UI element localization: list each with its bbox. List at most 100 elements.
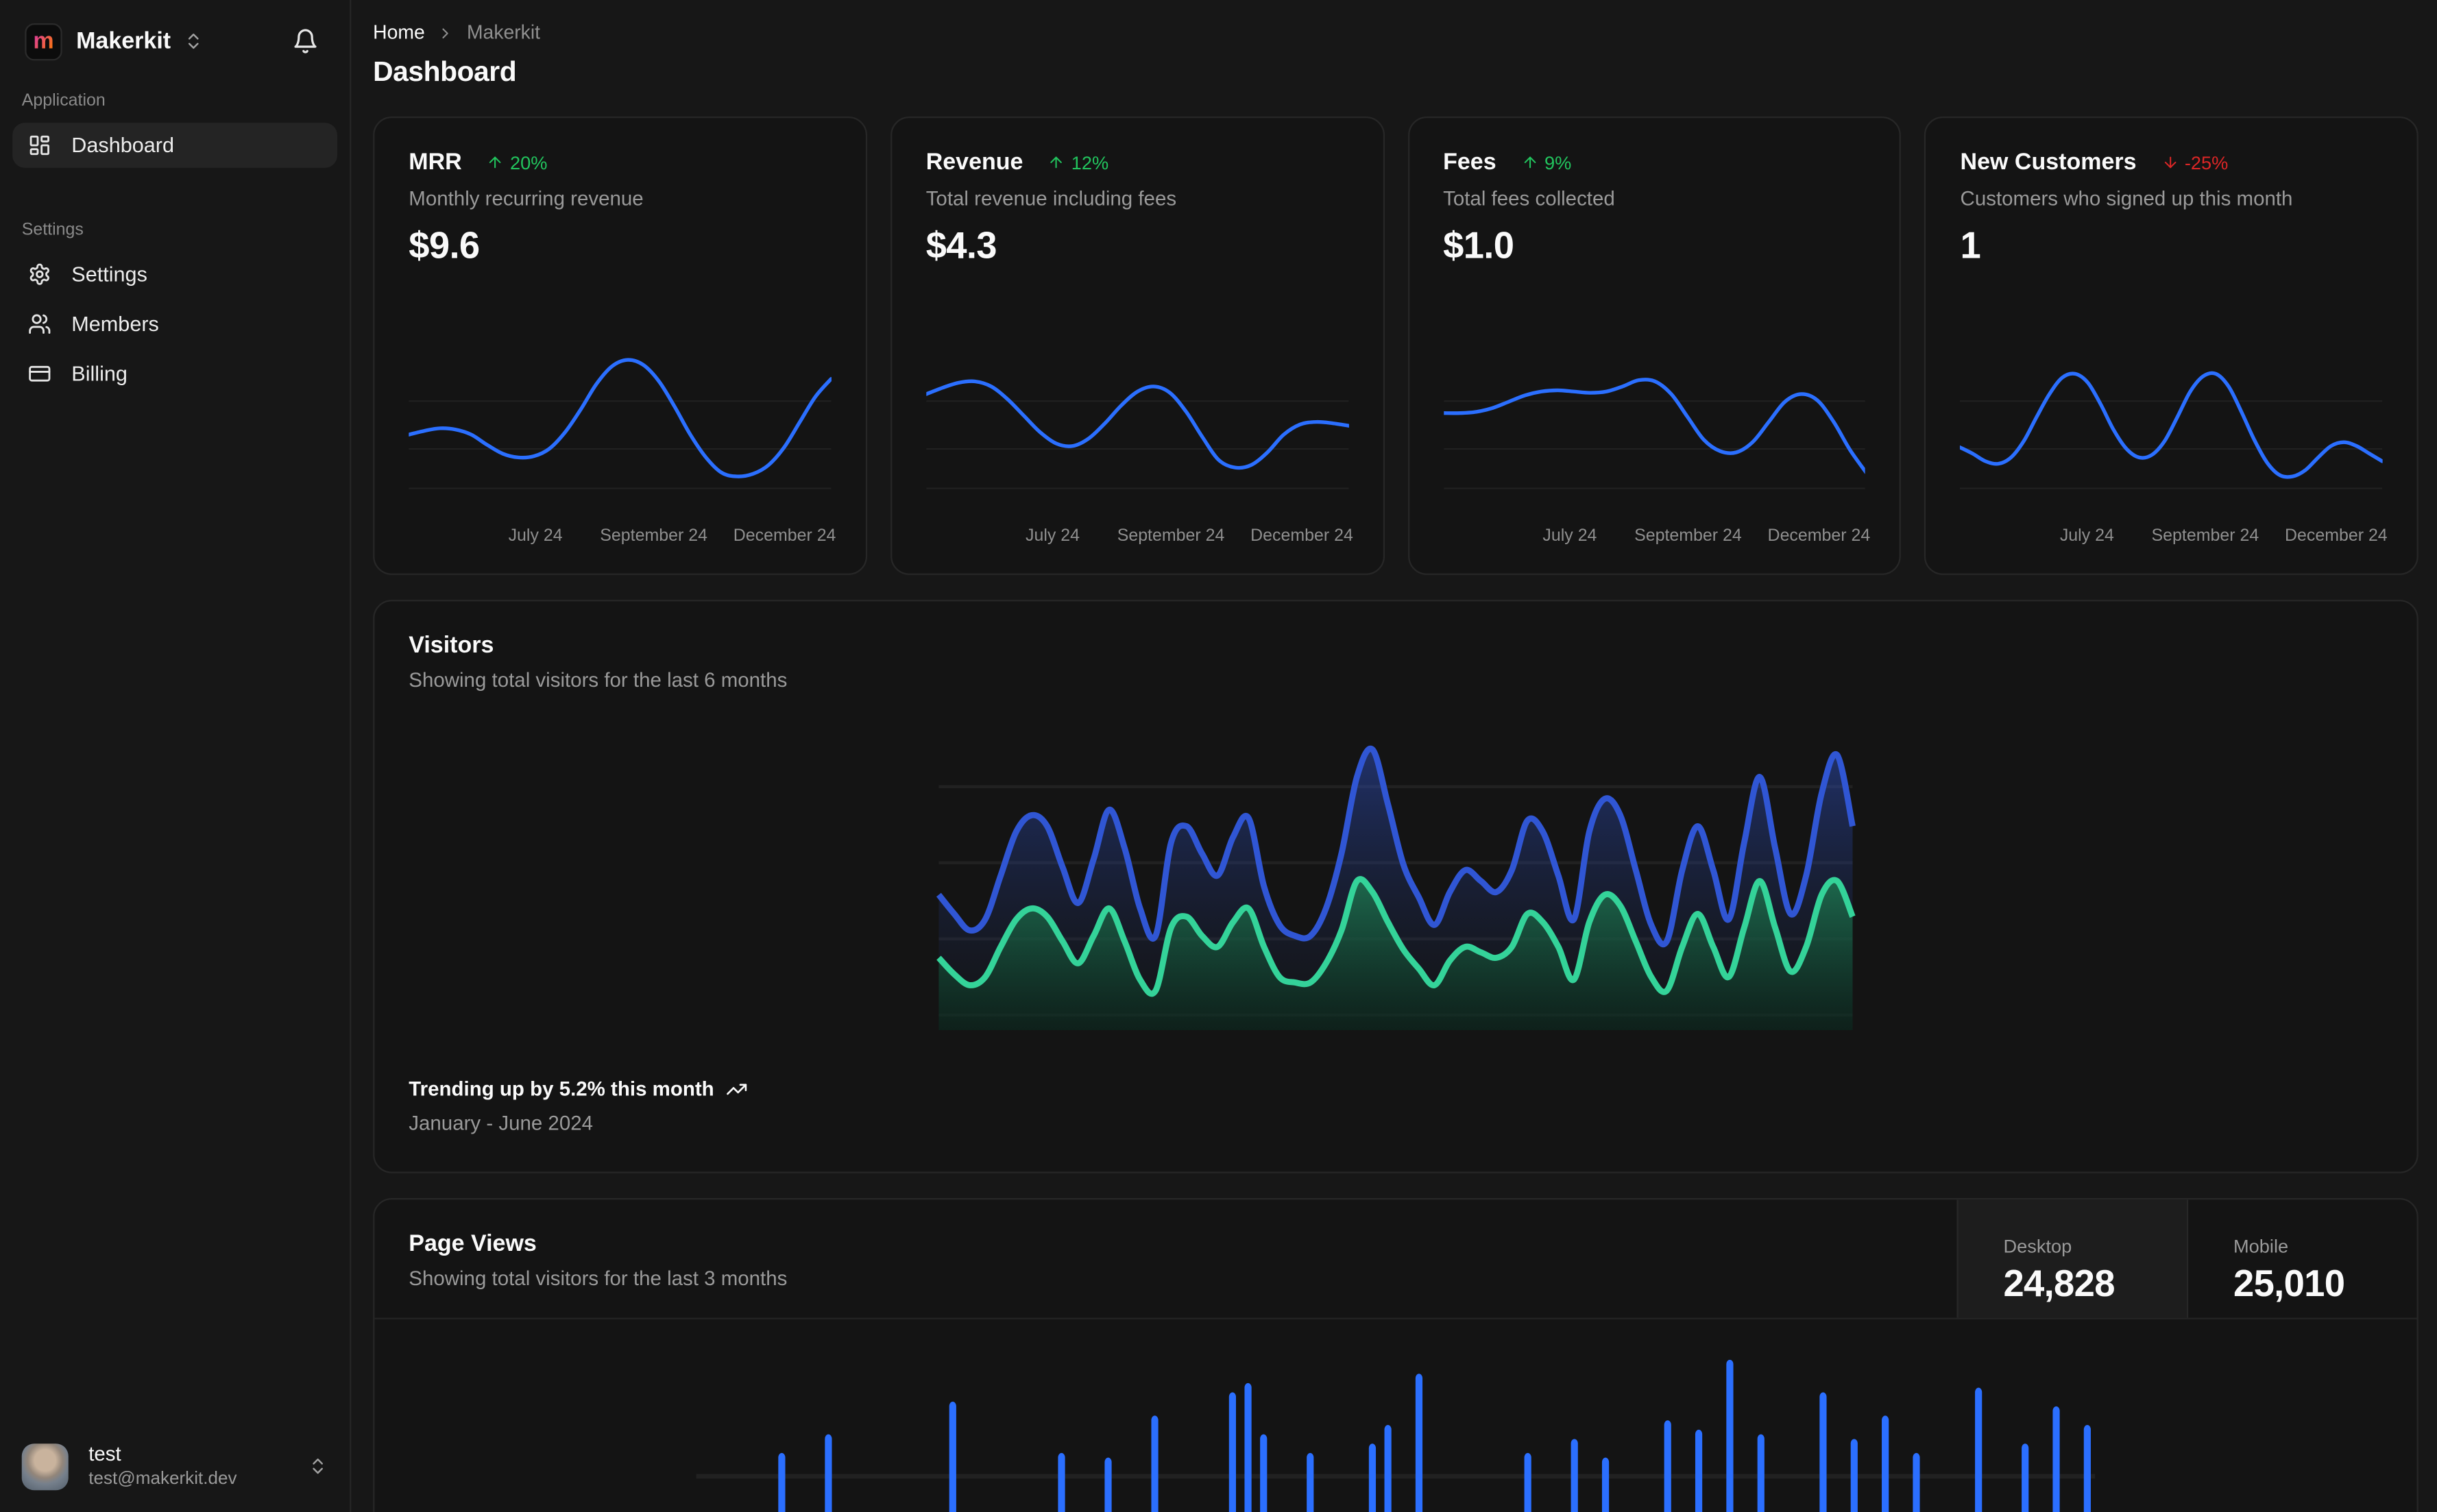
- stat-title: MRR: [409, 149, 462, 176]
- toggle-desktop-value: 24,828: [2003, 1263, 2115, 1306]
- toggle-desktop[interactable]: Desktop 24,828: [1956, 1199, 2187, 1318]
- stat-value: 1: [1960, 225, 1981, 267]
- stat-card-revenue: Revenue 12% Total revenue including fees…: [890, 117, 1384, 575]
- visitors-title: Visitors: [409, 632, 494, 659]
- sidebar-item-members[interactable]: Members: [12, 302, 337, 347]
- arrow-up-icon: [487, 154, 504, 171]
- app-root: m Makerkit Application Dashboard Setting…: [0, 0, 2437, 1512]
- page-views-bar-chart: [696, 1359, 2096, 1512]
- stat-card-grid: MRR 20% Monthly recurring revenue $9.6 J…: [373, 117, 2418, 575]
- stat-value: $1.0: [1443, 225, 1514, 267]
- trend-value: 20%: [510, 151, 548, 173]
- gear-icon: [28, 263, 51, 286]
- x-axis-labels: July 24 September 24 December 24: [1961, 526, 2388, 552]
- credit-card-icon: [28, 362, 51, 385]
- user-meta: test test@makerkit.dev: [88, 1443, 237, 1490]
- revenue-sparkline: [925, 379, 1348, 489]
- stat-subtitle: Total fees collected: [1443, 186, 1615, 210]
- sidebar-item-settings[interactable]: Settings: [12, 252, 337, 297]
- x-tick: December 24: [1767, 526, 1871, 546]
- nav-section-settings: Settings: [21, 220, 84, 240]
- trend-badge: 20%: [487, 151, 548, 173]
- trend-value: -25%: [2184, 151, 2229, 173]
- stat-title: Fees: [1443, 149, 1496, 176]
- trend-badge: 9%: [1521, 151, 1571, 173]
- page-views-title: Page Views: [409, 1230, 537, 1258]
- sparkline-chart: July 24 September 24 December 24: [925, 319, 1353, 552]
- stat-card-mrr: MRR 20% Monthly recurring revenue $9.6 J…: [373, 117, 867, 575]
- sidebar-item-billing[interactable]: Billing: [12, 351, 337, 396]
- stat-title: New Customers: [1960, 149, 2137, 176]
- x-tick: July 24: [1025, 526, 1080, 546]
- visitors-area-chart: [936, 745, 1856, 1031]
- stat-card-fees: Fees 9% Total fees collected $1.0 July 2…: [1407, 117, 1902, 575]
- user-email: test@makerkit.dev: [88, 1469, 237, 1489]
- chevrons-up-down-icon: [308, 1456, 328, 1476]
- sidebar-item-label: Settings: [71, 263, 147, 286]
- x-axis-labels: July 24 September 24 December 24: [926, 526, 1353, 552]
- toggle-desktop-label: Desktop: [2003, 1235, 2072, 1258]
- toggle-mobile[interactable]: Mobile 25,010: [2186, 1199, 2417, 1318]
- visitors-footer: Trending up by 5.2% this month January -…: [409, 1077, 2382, 1134]
- logo-letter: m: [33, 27, 54, 55]
- makerkit-logo: m: [25, 22, 62, 60]
- visitors-date-range: January - June 2024: [409, 1111, 594, 1135]
- toggle-mobile-value: 25,010: [2233, 1263, 2345, 1306]
- page-views-header: Page Views Showing total visitors for th…: [374, 1199, 2417, 1319]
- stat-value: $9.6: [409, 225, 480, 267]
- chevrons-up-down-icon: [183, 31, 203, 51]
- x-tick: December 24: [733, 526, 836, 546]
- x-tick: September 24: [2151, 526, 2259, 546]
- new-customers-sparkline: [1960, 371, 2383, 489]
- user-name: test: [88, 1442, 121, 1466]
- trend-value: 12%: [1071, 151, 1109, 173]
- main-content: Home Makerkit Dashboard MRR 20% Monthly …: [351, 0, 2437, 1512]
- x-tick: July 24: [508, 526, 563, 546]
- stat-card-new-customers: New Customers -25% Customers who signed …: [1924, 117, 2418, 575]
- x-tick: December 24: [1250, 526, 1353, 546]
- workspace-row: m Makerkit: [12, 0, 337, 70]
- sidebar-item-label: Dashboard: [71, 133, 175, 157]
- layout-dashboard-icon: [28, 134, 51, 157]
- stat-subtitle: Monthly recurring revenue: [409, 186, 644, 210]
- sidebar: m Makerkit Application Dashboard Setting…: [0, 0, 352, 1512]
- breadcrumb: Home Makerkit: [373, 22, 2418, 44]
- arrow-up-icon: [1048, 154, 1065, 171]
- arrow-down-icon: [2161, 154, 2179, 171]
- sidebar-item-dashboard[interactable]: Dashboard: [12, 123, 337, 168]
- page-title: Dashboard: [373, 56, 517, 87]
- workspace-name: Makerkit: [76, 27, 171, 55]
- page-views-card: Page Views Showing total visitors for th…: [373, 1198, 2418, 1512]
- sparkline-chart: July 24 September 24 December 24: [1443, 319, 1870, 552]
- x-tick: July 24: [2059, 526, 2114, 546]
- trend-badge: 12%: [1048, 151, 1108, 173]
- sparkline-chart: July 24 September 24 December 24: [1960, 319, 2388, 552]
- workspace-selector[interactable]: Makerkit: [76, 27, 204, 55]
- avatar: [21, 1443, 69, 1490]
- visitors-card: Visitors Showing total visitors for the …: [373, 600, 2418, 1173]
- page-views-subtitle: Showing total visitors for the last 3 mo…: [409, 1266, 788, 1290]
- notifications-button[interactable]: [286, 22, 325, 61]
- x-tick: July 24: [1542, 526, 1597, 546]
- chevron-right-icon: [437, 24, 454, 41]
- x-tick: September 24: [600, 526, 707, 546]
- toggle-mobile-label: Mobile: [2233, 1235, 2289, 1258]
- stat-title: Revenue: [925, 149, 1023, 176]
- sidebar-item-label: Members: [71, 312, 159, 336]
- bell-icon: [292, 28, 319, 55]
- x-tick: September 24: [1117, 526, 1225, 546]
- x-tick: September 24: [1634, 526, 1742, 546]
- arrow-up-icon: [1521, 154, 1538, 171]
- breadcrumb-home[interactable]: Home: [373, 22, 425, 44]
- trend-badge: -25%: [2161, 151, 2229, 173]
- mrr-sparkline: [409, 358, 832, 489]
- sparkline-chart: July 24 September 24 December 24: [409, 319, 836, 552]
- stat-subtitle: Total revenue including fees: [925, 186, 1177, 210]
- user-menu[interactable]: test test@makerkit.dev: [12, 1427, 337, 1512]
- x-axis-labels: July 24 September 24 December 24: [409, 526, 836, 552]
- users-icon: [28, 313, 51, 336]
- x-tick: December 24: [2284, 526, 2388, 546]
- x-axis-labels: July 24 September 24 December 24: [1443, 526, 1870, 552]
- nav-section-application: Application: [21, 91, 106, 110]
- stat-value: $4.3: [925, 225, 997, 267]
